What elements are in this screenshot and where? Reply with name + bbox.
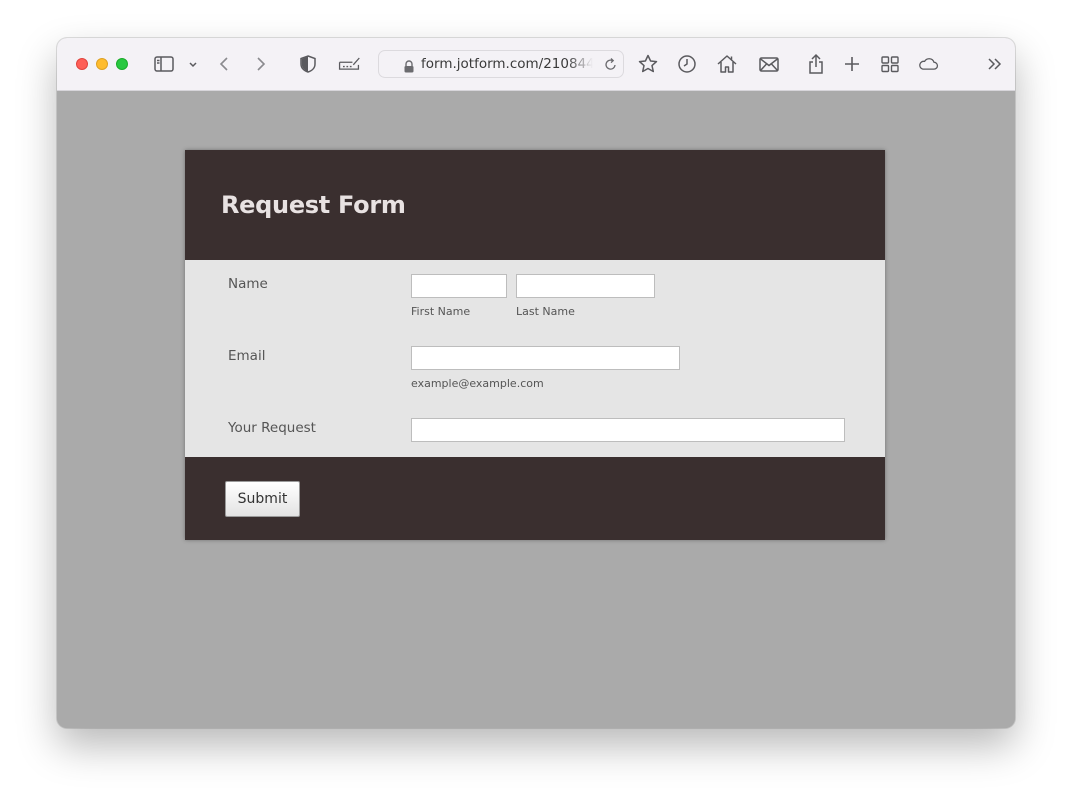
form-header: Request Form: [185, 150, 885, 260]
request-input[interactable]: [411, 418, 845, 442]
request-label: Your Request: [228, 420, 316, 436]
more-icon[interactable]: [983, 52, 1007, 76]
email-label: Email: [228, 348, 266, 364]
first-name-sublabel: First Name: [411, 305, 471, 318]
browser-toolbar: form.jotform.com/21084486: [57, 38, 1015, 91]
first-name-input[interactable]: [411, 274, 507, 298]
reload-icon[interactable]: [603, 57, 618, 72]
email-sublabel: example@example.com: [411, 377, 544, 390]
mail-icon[interactable]: [757, 52, 781, 76]
star-icon[interactable]: [636, 52, 660, 76]
url-text[interactable]: form.jotform.com/21084486: [421, 56, 593, 73]
pen-icon[interactable]: [337, 52, 365, 76]
last-name-sublabel: Last Name: [516, 305, 575, 318]
grid-icon[interactable]: [878, 52, 902, 76]
shield-icon[interactable]: [296, 52, 320, 76]
page-content: Request Form Name First Name Last Name E…: [57, 91, 1015, 728]
minimize-window-button[interactable]: [96, 58, 108, 70]
chevron-down-icon[interactable]: [181, 52, 197, 76]
form-title: Request Form: [221, 191, 406, 219]
cloud-icon[interactable]: [916, 52, 944, 76]
close-window-button[interactable]: [76, 58, 88, 70]
browser-window: form.jotform.com/21084486 Request Form N…: [57, 38, 1015, 728]
request-form: Request Form Name First Name Last Name E…: [185, 150, 885, 540]
email-input[interactable]: [411, 346, 680, 370]
last-name-input[interactable]: [516, 274, 655, 298]
submit-button[interactable]: Submit: [225, 481, 300, 517]
name-label: Name: [228, 276, 268, 292]
clock-icon[interactable]: [675, 52, 699, 76]
zoom-window-button[interactable]: [116, 58, 128, 70]
form-footer: Submit: [185, 457, 885, 540]
home-icon[interactable]: [715, 52, 739, 76]
forward-icon[interactable]: [248, 52, 272, 76]
sidebar-icon[interactable]: [152, 52, 176, 76]
lock-icon: [403, 58, 415, 73]
share-icon[interactable]: [804, 52, 828, 76]
back-icon[interactable]: [213, 52, 237, 76]
address-bar[interactable]: form.jotform.com/21084486: [378, 50, 624, 78]
plus-icon[interactable]: [840, 52, 864, 76]
